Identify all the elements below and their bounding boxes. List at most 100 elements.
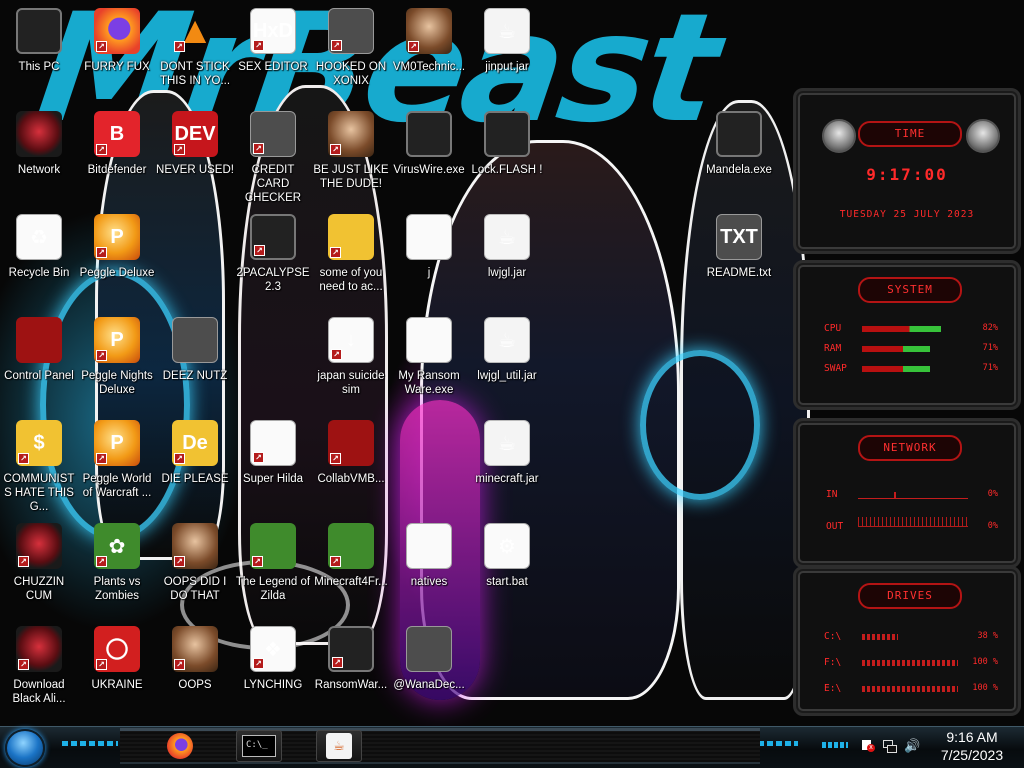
desktop-icon-peggle-deluxe[interactable]: P ↗ Peggle Deluxe [78,214,156,280]
collabvm-icon: ↗ [328,420,374,466]
alien-orb-icon [16,111,62,157]
desktop-icon-hooked-on-xonix[interactable]: ↗ HOOKED ON XONIX [312,8,390,88]
network-icon[interactable] [882,739,898,753]
desktop-icon-readme[interactable]: TXT README.txt [700,214,778,280]
desktop-icon-oops[interactable]: ↗ OOPS [156,626,234,692]
bitdefender-icon: B ↗ [94,111,140,157]
desktop-icon-credit-card-checker[interactable]: ↗ CREDIT CARD CHECKER [234,111,312,205]
desktop-icon-die-please[interactable]: De ↗ DIE PLEASE [156,420,234,486]
folder-icon [406,523,452,569]
taskbar-java-button[interactable]: ☕ [316,730,362,762]
desktop-icon-viruswire[interactable]: VirusWire.exe [390,111,468,177]
start-button[interactable] [5,729,45,767]
gadget-row-meter [862,660,958,666]
desktop-icon-natives[interactable]: natives [390,523,468,589]
shortcut-arrow-icon: ↗ [252,556,263,567]
desktop-icon-label: VirusWire.exe [393,164,465,176]
desktop-icon-lwjgl-jar[interactable]: ☕ lwjgl.jar [468,214,546,280]
desktop-icon-some-of-you[interactable]: ↗ some of you need to ac... [312,214,390,294]
desktop-icon-this-pc[interactable]: This PC [0,8,78,74]
desktop-icon-dont-stick[interactable]: ▲ ↗ DONT STICK THIS IN YO... [156,8,234,88]
hxd-editor-icon: HxD ↗ [250,8,296,54]
shortcut-arrow-icon: ↗ [174,144,185,155]
desktop-icon-deez-nutz[interactable]: DEEZ NUTZ [156,317,234,383]
recycle-bin-icon: ♻ [16,214,62,260]
desktop-icon-label: CollabVMB... [317,473,385,485]
desktop-icon-label: Lock.FLASH ! [471,164,543,176]
desktop-icon-network[interactable]: Network [0,111,78,177]
flag-alert-icon[interactable]: x [860,739,876,753]
window-app-icon [406,317,452,363]
die-logo-icon: De ↗ [172,420,218,466]
desktop-icon-ransomwar[interactable]: ↗ RansomWar... [312,626,390,692]
desktop-icon-bitdefender[interactable]: B ↗ Bitdefender [78,111,156,177]
shortcut-arrow-icon: ↗ [174,659,185,670]
gadget-row-value: 71% [982,343,998,353]
desktop-icon-plants-vs-zombies[interactable]: ✿ ↗ Plants vs Zombies [78,523,156,603]
gadget-row-label: SWAP [824,363,847,374]
wallpaper-glow [640,350,760,500]
desktop-icon-lwjgl-util-jar[interactable]: ☕ lwjgl_util.jar [468,317,546,383]
desktop-icon-minecraft4fr[interactable]: ↗ Minecraft4Fr... [312,523,390,589]
desktop-icon-japan-suicide-sim[interactable]: ↓ ↗ japan suicide sim [312,317,390,397]
alien-head-icon [822,119,856,153]
desktop-icon-minecraft-jar[interactable]: ☕ minecraft.jar [468,420,546,486]
desktop-icon-label: NEVER USED! [156,164,234,176]
taskbar-firefox-button[interactable] [160,730,200,762]
desktop-icon-peggle-nights[interactable]: P ↗ Peggle Nights Deluxe [78,317,156,397]
desktop-icon-furry-fux[interactable]: ↗ FURRY FUX [78,8,156,74]
desktop-icon-my-ransomware[interactable]: My Ransom Ware.exe [390,317,468,397]
desktop-icon-chuzzin-cum[interactable]: ↗ CHUZZIN CUM [0,523,78,603]
desktop-icon-label: Peggle World of Warcraft ... [82,473,152,499]
desktop-icon-download-black-ali[interactable]: ↗ Download Black Ali... [0,626,78,706]
desktop-icon-sex-editor[interactable]: HxD ↗ SEX EDITOR [234,8,312,74]
peggle-icon: P ↗ [94,214,140,260]
shortcut-arrow-icon: ↗ [331,40,342,51]
desktop-icon-ukraine[interactable]: ↗ UKRAINE [78,626,156,692]
desktop-icon-collabvmb[interactable]: ↗ CollabVMB... [312,420,390,486]
desktop-icon-label: COMMUNISTS HATE THIS G... [3,473,75,513]
desktop-icon-j[interactable]: j [390,214,468,280]
desktop-icon-label: @WanaDec... [393,679,465,691]
system-monitor-gadget[interactable]: TIME 9:17:00 TUESDAY 25 JULY 2023 SYSTEM… [793,88,1021,720]
desktop-icon-oops-did-i[interactable]: ↗ OOPS DID I DO THAT [156,523,234,603]
desktop-icon-mandela[interactable]: Mandela.exe [700,111,778,177]
date-value: TUESDAY 25 JULY 2023 [839,209,975,220]
grass-block-icon: ↗ [328,523,374,569]
desktop-icon-label: Minecraft4Fr... [314,576,388,588]
desktop-icon-never-used[interactable]: DEV ↗ NEVER USED! [156,111,234,177]
desktop-icon-super-hilda[interactable]: ↗ Super Hilda [234,420,312,486]
java-icon: ☕ [326,733,352,759]
desktop-icon-start-bat[interactable]: ⚙ start.bat [468,523,546,589]
desktop-icon-2pacalypse[interactable]: ↗ 2PACALYPSE 2.3 [234,214,312,294]
desktop-icon-peggle-world-of-warcraft[interactable]: P ↗ Peggle World of Warcraft ... [78,420,156,500]
command-prompt-icon: C:\_ [242,735,276,757]
desktop-icon-wanadec[interactable]: @WanaDec... [390,626,468,692]
desktop-icon-label: start.bat [486,576,528,588]
desktop-icon-lock-flash[interactable]: Lock.FLASH ! [468,111,546,177]
santa-avatar-icon: ↗ [328,111,374,157]
desktop-icon-recycle-bin[interactable]: ♻ Recycle Bin [0,214,78,280]
desktop-icon-control-panel[interactable]: Control Panel [0,317,78,383]
shortcut-arrow-icon: ↗ [96,247,107,258]
alien-monitor-icon: ↗ [328,626,374,672]
desktop-icon-label: RansomWar... [314,679,388,691]
alien-orb-icon: ↗ [16,626,62,672]
desktop-icon-lynching[interactable]: ❖ ↗ LYNCHING [234,626,312,692]
desktop-icon-label: natives [410,576,448,588]
show-desktop-dash[interactable] [822,742,848,748]
gadget-row-meter [862,634,898,640]
system-panel-header: SYSTEM [858,277,962,303]
desktop-icon-jinput-jar[interactable]: ☕ jinput.jar [468,8,546,74]
peggle-icon: P ↗ [94,420,140,466]
desktop-icon-label: Bitdefender [87,164,147,176]
desktop-icon-legend-of-zilda[interactable]: ↗ The Legend of Zilda [234,523,312,603]
desktop-icon-vm0technic[interactable]: ↗ VM0Technic... [390,8,468,74]
folder-stack-icon [172,317,218,363]
desktop-icon-label: LYNCHING [243,679,303,691]
speaker-icon[interactable]: 🔊 [904,739,920,753]
taskbar-clock[interactable]: 9:16 AM 7/25/2023 [924,728,1020,764]
taskbar-command-prompt-button[interactable]: C:\_ [236,730,282,762]
desktop-icon-communists[interactable]: $ ↗ COMMUNISTS HATE THIS G... [0,420,78,514]
desktop-icon-be-just-like-the-dude[interactable]: ↗ BE JUST LIKE THE DUDE! [312,111,390,191]
